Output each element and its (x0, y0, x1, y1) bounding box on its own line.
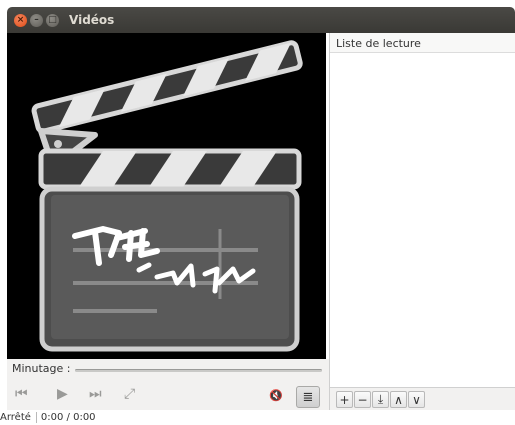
maximize-icon: □ (48, 14, 57, 25)
remove-icon: − (357, 392, 368, 407)
save-playlist-button[interactable]: ⤓ (372, 391, 389, 408)
add-icon: + (339, 392, 350, 407)
playlist-toggle-button[interactable]: ≣ (296, 386, 320, 408)
move-down-button[interactable]: ∨ (408, 391, 425, 408)
previous-button[interactable]: ⏮ (15, 387, 28, 401)
window-titlebar: × – □ Vidéos (7, 7, 515, 33)
chevron-down-icon: ∨ (412, 392, 421, 407)
playlist-toolbar: + − ⤓ ∧ ∨ (336, 391, 426, 408)
window-title: Vidéos (69, 13, 115, 27)
status-divider (35, 412, 37, 423)
move-up-button[interactable]: ∧ (390, 391, 407, 408)
fullscreen-button[interactable]: ⤢ (124, 387, 135, 401)
play-icon: ▶ (57, 386, 68, 402)
playlist-list[interactable] (330, 53, 515, 388)
video-area[interactable] (7, 33, 326, 359)
remove-button[interactable]: − (354, 391, 371, 408)
playback-state: Arrêté (0, 412, 31, 423)
status-bar: Arrêté 0:00 / 0:00 (0, 410, 515, 425)
playback-controls: Minutage : ⏮ ▶ ⏭ ⤢ 🔇 ≣ (7, 359, 329, 410)
fullscreen-icon: ⤢ (124, 386, 136, 402)
playlist-header: Liste de lecture (330, 33, 515, 53)
close-icon: × (16, 14, 25, 25)
volume-muted-icon: 🔇 (269, 389, 283, 402)
chevron-up-icon: ∧ (394, 392, 403, 407)
playlist-icon: ≣ (302, 389, 314, 405)
play-button[interactable]: ▶ (57, 387, 68, 401)
playlist-panel: Liste de lecture + − ⤓ ∧ ∨ (329, 33, 515, 410)
skip-forward-icon: ⏭ (89, 386, 102, 402)
clapperboard-logo-icon (31, 40, 303, 352)
next-button[interactable]: ⏭ (89, 387, 102, 401)
skip-back-icon: ⏮ (15, 386, 28, 402)
timer-label: Minutage : (12, 362, 71, 375)
maximize-window-button[interactable]: □ (46, 13, 59, 27)
playback-time: 0:00 / 0:00 (40, 412, 96, 423)
close-window-button[interactable]: × (14, 13, 27, 27)
window-buttons: × – □ (14, 13, 59, 27)
seek-bar[interactable] (75, 369, 322, 372)
add-button[interactable]: + (336, 391, 353, 408)
minimize-icon: – (34, 14, 39, 25)
save-icon: ⤓ (377, 392, 384, 406)
volume-button[interactable]: 🔇 (269, 389, 283, 402)
minimize-window-button[interactable]: – (30, 13, 43, 27)
